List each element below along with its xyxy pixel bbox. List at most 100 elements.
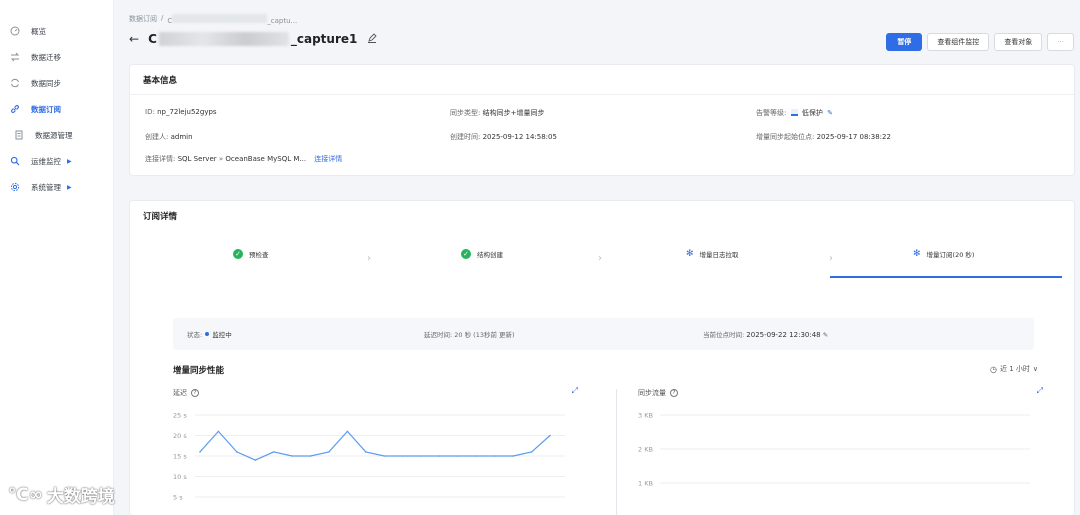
redacted-blur <box>172 14 268 23</box>
y-tick-label: 2 KB <box>638 446 653 454</box>
expand-icon[interactable]: ⤢ <box>572 386 578 396</box>
latency-item: 延迟时间: 20 秒 (13秒前 更新) <box>424 329 515 339</box>
back-arrow-icon[interactable]: ← <box>129 32 139 46</box>
gear-running-icon: ✻ <box>686 249 694 259</box>
y-tick-label: 25 s <box>173 412 187 420</box>
step-label: 预检查 <box>249 251 269 259</box>
basic-info-card: 基本信息 ID: np_72leju52gyps 同步类型: 结构同步+增量同步… <box>129 64 1075 176</box>
info-alert-level-label: 告警等级: <box>756 109 787 117</box>
page-title-row: ← C _capture1 <box>129 32 378 46</box>
data-point <box>346 430 349 433</box>
view-component-monitor-button[interactable]: 查看组件监控 <box>927 33 990 51</box>
data-point <box>328 451 330 453</box>
connection-arrow: » <box>218 155 224 163</box>
data-point <box>493 455 496 457</box>
migrate-icon <box>9 51 21 63</box>
watermark-text: 大数跨境 <box>46 487 115 507</box>
data-point <box>549 434 551 437</box>
sidebar-item-label: 概览 <box>31 26 46 36</box>
connection-detail-link[interactable]: 连接详情 <box>314 155 342 163</box>
sidebar-item-subscription[interactable]: 数据订阅 <box>0 96 113 122</box>
check-circle-icon: ✓ <box>461 249 471 259</box>
sidebar-item-label: 数据订阅 <box>31 104 61 114</box>
clock-icon: ◷ <box>989 364 997 374</box>
pause-button[interactable]: 暂停 <box>886 33 923 51</box>
sidebar-item-label: 数据迁移 <box>31 52 61 62</box>
info-created-time-label: 创建时间: <box>450 133 481 141</box>
chart-head: 延迟 ? <box>173 386 578 400</box>
sync-icon <box>9 77 21 89</box>
basic-info-title: 基本信息 <box>130 65 1074 95</box>
watermark-logo-icon: ℃∞ <box>8 484 43 505</box>
sidebar-item-datasource[interactable]: 数据源管理 <box>0 122 113 148</box>
check-circle-icon: ✓ <box>233 249 243 259</box>
step-schema-create[interactable]: ✓ 结构创建 <box>461 249 503 259</box>
data-point <box>438 455 441 457</box>
edit-icon[interactable]: ✎ <box>823 331 828 339</box>
data-point <box>199 451 201 453</box>
step-precheck[interactable]: ✓ 预检查 <box>233 249 269 259</box>
breadcrumb-parent[interactable]: 数据订阅 <box>129 14 157 25</box>
sidebar-item-label: 数据源管理 <box>35 130 73 140</box>
data-point <box>401 455 404 457</box>
y-tick-label: 3 KB <box>638 412 653 420</box>
latency-chart: 25 s 20 s 15 s 10 s 5 s <box>173 412 565 502</box>
info-id-value: np_72leju52gyps <box>157 108 217 116</box>
sidebar-item-sync[interactable]: 数据同步 <box>0 70 113 96</box>
latency-value: 20 秒 (13秒前 更新) <box>454 331 515 339</box>
info-sync-type-label: 同步类型: <box>450 109 481 117</box>
info-created-time: 创建时间: 2025-09-12 14:58:05 <box>450 132 557 142</box>
data-point <box>364 451 367 453</box>
sidebar-item-ops-monitor[interactable]: 运维监控 ▶ <box>0 148 113 174</box>
more-button[interactable]: ··· <box>1047 33 1074 51</box>
time-range-value: 近 1 小时 <box>999 365 1030 373</box>
step-label: 增量日志拉取 <box>699 251 739 259</box>
data-point <box>420 455 422 457</box>
help-icon[interactable]: ? <box>191 389 199 397</box>
info-alert-level-value: 低保护 <box>801 109 823 117</box>
breadcrumb: 数据订阅 / C _captu... <box>129 14 297 25</box>
chevron-right-icon: › <box>367 253 371 264</box>
sidebar-item-migration[interactable]: 数据迁移 <box>0 44 113 70</box>
traffic-chart: 3 KB 2 KB 1 KB <box>638 412 1030 488</box>
data-point <box>217 430 220 433</box>
time-range-select[interactable]: ◷ 近 1 小时 ∨ <box>990 364 1038 374</box>
latency-label: 延迟时间: <box>424 331 453 339</box>
info-created-time-value: 2025-09-12 14:58:05 <box>482 133 557 141</box>
redacted-blur <box>158 32 289 46</box>
basic-info-grid: ID: np_72leju52gyps 同步类型: 结构同步+增量同步 告警等级… <box>130 95 1074 175</box>
data-point <box>291 455 293 457</box>
traffic-chart-panel: 同步流量 ? ⤢ 3 KB 2 KB 1 KB <box>638 386 1043 515</box>
step-incr-subscription[interactable]: ✻ 增量订阅(20 秒) <box>913 249 974 259</box>
y-tick-label: 10 s <box>173 473 187 481</box>
status-bar: 状态: 监控中 延迟时间: 20 秒 (13秒前 更新) 当前位点时间: 2025… <box>173 318 1034 350</box>
info-creator-label: 创建人: <box>145 133 169 141</box>
breadcrumb-current-suffix: _captu... <box>267 17 298 25</box>
help-icon[interactable]: ? <box>670 389 678 397</box>
sidebar-item-label: 运维监控 <box>31 156 61 166</box>
edit-icon[interactable]: ✎ <box>827 109 833 117</box>
step-incr-log-pull[interactable]: ✻ 增量日志拉取 <box>686 249 739 259</box>
y-tick-label: 5 s <box>173 494 183 502</box>
data-point <box>475 455 478 457</box>
status-value: 监控中 <box>212 331 232 339</box>
y-tick-label: 15 s <box>173 453 187 461</box>
sidebar-item-system[interactable]: 系统管理 ▶ <box>0 174 113 200</box>
expand-icon[interactable]: ⤢ <box>1037 386 1043 396</box>
gear-icon <box>9 181 21 193</box>
data-point <box>236 451 238 453</box>
alert-level-icon <box>790 109 798 116</box>
info-incr-start-label: 增量同步起始位点: <box>756 133 815 141</box>
info-id: ID: np_72leju52gyps <box>145 108 217 116</box>
info-incr-start: 增量同步起始位点: 2025-09-17 08:38:22 <box>756 132 891 142</box>
edit-icon[interactable] <box>367 32 378 46</box>
header-actions: 暂停 查看组件监控 查看对象 ··· <box>886 33 1074 51</box>
data-point <box>309 455 312 457</box>
database-icon <box>13 129 25 141</box>
view-objects-button[interactable]: 查看对象 <box>994 33 1043 51</box>
info-sync-type-value: 结构同步+增量同步 <box>482 109 545 117</box>
current-pos-label: 当前位点时间: <box>703 331 745 339</box>
sidebar-item-label: 数据同步 <box>31 78 61 88</box>
status-item: 状态: 监控中 <box>187 329 232 339</box>
sidebar-item-overview[interactable]: 概览 <box>0 18 113 44</box>
